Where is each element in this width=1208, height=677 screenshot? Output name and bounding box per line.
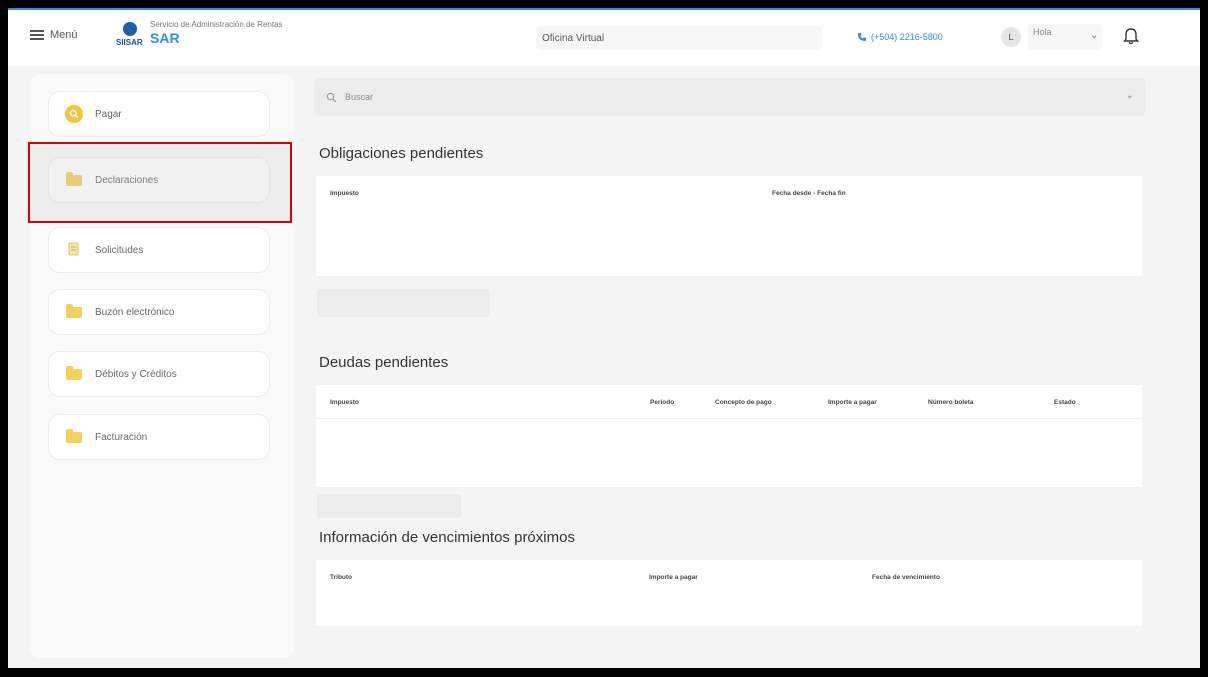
sidebar-item-label: Débitos y Créditos — [95, 368, 177, 380]
user-greeting: Hola — [1033, 27, 1052, 37]
selection-highlight — [28, 142, 292, 223]
chevron-down-icon[interactable]: ⌄ — [1126, 90, 1134, 101]
chevron-down-icon[interactable]: ⌄ — [1090, 30, 1098, 41]
search-input[interactable]: Buscar ⌄ — [314, 78, 1146, 116]
search-icon — [326, 92, 337, 102]
search-placeholder: Buscar — [345, 92, 374, 102]
folder-icon — [65, 428, 83, 446]
folder-icon — [65, 303, 83, 321]
sidebar-item-label: Solicitudes — [95, 244, 144, 256]
column-header: Impuesto — [330, 399, 359, 406]
brand-logo[interactable]: SIISAR Servicio de Administración de Ren… — [116, 20, 283, 52]
column-header: Fecha de vencimiento — [872, 574, 940, 581]
sidebar-item-pagar[interactable]: Pagar — [48, 91, 270, 137]
search-icon — [65, 105, 83, 123]
table-header: Impuesto Período Concepto de pago Import… — [316, 385, 1142, 419]
document-icon — [65, 241, 83, 259]
phone-icon — [858, 33, 866, 41]
column-header: Impuesto — [330, 190, 359, 197]
bell-icon[interactable] — [1123, 27, 1139, 45]
menu-label: Menú — [50, 29, 78, 41]
vencimientos-table: Tributo Importe a pagar Fecha de vencimi… — [316, 560, 1142, 626]
loading-placeholder — [317, 289, 490, 317]
hamburger-icon — [30, 30, 44, 40]
menu-button[interactable]: Menú — [30, 29, 78, 41]
column-header: Estado — [1054, 399, 1076, 406]
sidebar-item-label: Facturación — [95, 431, 148, 443]
top-bar: Menú SIISAR Servicio de Administración d… — [8, 8, 1200, 66]
deudas-table: Impuesto Período Concepto de pago Import… — [316, 385, 1142, 487]
section-title-vencimientos: Información de vencimientos próximos — [319, 529, 575, 546]
column-header: Período — [650, 399, 675, 406]
section-title-deudas: Deudas pendientes — [319, 354, 449, 371]
sar-logo-icon: SIISAR — [116, 20, 144, 52]
column-header: Concepto de pago — [715, 399, 772, 406]
office-label: Oficina Virtual — [536, 26, 822, 50]
column-header: Importe a pagar — [828, 399, 877, 406]
table-header: Impuesto Fecha desde - Fecha fin — [316, 176, 1142, 210]
phone-link[interactable]: (+504) 2216-5800 — [857, 32, 943, 42]
phone-number: (+504) 2216-5800 — [871, 32, 943, 42]
brand-name: SAR — [150, 30, 180, 46]
table-header: Tributo Importe a pagar Fecha de vencimi… — [316, 560, 1142, 594]
brand-tag: SIISAR — [116, 38, 143, 47]
sidebar-item-facturacion[interactable]: Facturación — [48, 414, 270, 460]
loading-placeholder — [317, 494, 461, 518]
obligaciones-table: Impuesto Fecha desde - Fecha fin — [316, 176, 1142, 276]
sidebar-item-debitos[interactable]: Débitos y Créditos — [48, 351, 270, 397]
app-window: Menú SIISAR Servicio de Administración d… — [8, 8, 1200, 668]
column-header: Número boleta — [928, 399, 974, 406]
sidebar-item-solicitudes[interactable]: Solicitudes — [48, 227, 270, 273]
folder-icon — [65, 365, 83, 383]
sidebar-item-label: Buzón electrónico — [95, 306, 175, 318]
avatar[interactable]: L — [1001, 27, 1021, 47]
sidebar-item-label: Pagar — [95, 108, 122, 120]
column-header: Fecha desde - Fecha fin — [772, 190, 846, 197]
column-header: Importe a pagar — [649, 574, 698, 581]
brand-subtitle: Servicio de Administración de Rentas — [150, 20, 283, 29]
sidebar-item-buzon[interactable]: Buzón electrónico — [48, 289, 270, 335]
column-header: Tributo — [330, 574, 353, 581]
section-title-obligaciones: Obligaciones pendientes — [319, 145, 484, 162]
